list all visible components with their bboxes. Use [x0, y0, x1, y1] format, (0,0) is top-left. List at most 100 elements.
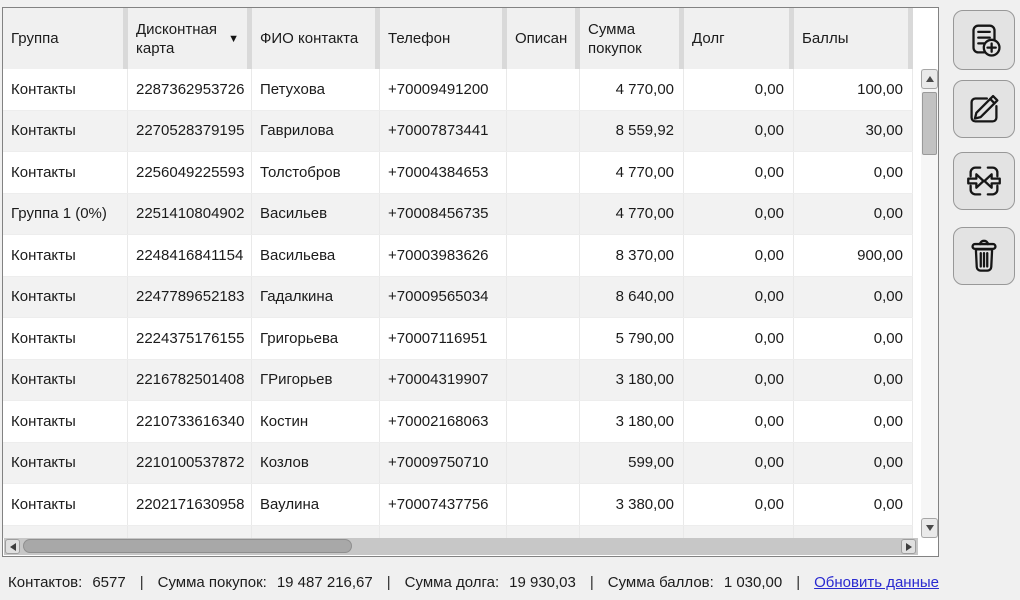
- points-sum-label: Сумма баллов:: [607, 573, 714, 591]
- cell: +70004384653: [380, 152, 507, 193]
- cell: [580, 525, 684, 538]
- column-header-label: Сумма покупок: [588, 20, 642, 57]
- table-row[interactable]: Контакты 2287362953726 Петухова +7000949120…: [3, 69, 913, 111]
- cell: 0,00: [794, 193, 913, 234]
- sort-desc-icon: ▼: [228, 32, 239, 45]
- cell: 30,00: [794, 110, 913, 151]
- cell: [507, 401, 580, 442]
- table-row[interactable]: Контакты 2216782501408 ГРигорьев +700043199…: [3, 359, 913, 401]
- merge-arrows-icon: [967, 166, 1001, 196]
- cell: [380, 525, 507, 538]
- cell: 2248416841154: [128, 235, 252, 276]
- cell: [128, 525, 252, 538]
- add-contact-button[interactable]: [953, 10, 1015, 70]
- column-header-6[interactable]: Сумма покупок: [580, 8, 684, 69]
- cell: 0,00: [684, 235, 794, 276]
- cell: Группа 1 (0%): [3, 193, 128, 234]
- column-header-3[interactable]: ФИО контакта: [252, 8, 380, 69]
- horizontal-scrollbar[interactable]: [4, 538, 918, 555]
- refresh-data-link[interactable]: Обновить данные: [814, 574, 939, 591]
- cell: +70009491200: [380, 69, 507, 110]
- purchases-sum-label: Сумма покупок:: [157, 573, 267, 591]
- table-row[interactable]: Контакты 2247789652183 Гадалкина +700095650…: [3, 276, 913, 318]
- cell: Толстобров: [252, 152, 380, 193]
- cell: Контакты: [3, 484, 128, 525]
- column-header-1[interactable]: Группа: [3, 8, 128, 69]
- cell: [684, 525, 794, 538]
- horizontal-scrollbar-thumb[interactable]: [23, 539, 352, 553]
- cell: Контакты: [3, 401, 128, 442]
- table-row[interactable]: Контакты 2224375176155 Григорьева +70007116…: [3, 318, 913, 360]
- cell: 2251410804902: [128, 193, 252, 234]
- cell: Контакты: [3, 276, 128, 317]
- column-header-label: Дисконтная карта: [136, 20, 218, 57]
- table-row[interactable]: Контакты 2270528379195 Гаврилова +700078734…: [3, 110, 913, 152]
- cell: 0,00: [684, 484, 794, 525]
- cell: Контакты: [3, 442, 128, 483]
- column-header-4[interactable]: Телефон: [380, 8, 507, 69]
- cell: +70008456735: [380, 193, 507, 234]
- cell: Петухова: [252, 69, 380, 110]
- cell: [507, 69, 580, 110]
- table-row[interactable]: Группа 1 (0%) 2251410804902 Васильев +70008…: [3, 193, 913, 235]
- column-header-label: ФИО контакта: [260, 30, 359, 47]
- cell: [507, 110, 580, 151]
- cell: 0,00: [684, 442, 794, 483]
- cell: +70009565034: [380, 276, 507, 317]
- delete-contact-button[interactable]: [953, 227, 1015, 285]
- cell: [507, 193, 580, 234]
- vertical-scrollbar[interactable]: [921, 69, 938, 538]
- cell: [507, 318, 580, 359]
- cell: 2210100537872: [128, 442, 252, 483]
- cell: 0,00: [684, 193, 794, 234]
- table-row[interactable]: Контакты 2248416841154 Васильева +700039836…: [3, 235, 913, 277]
- cell: Контакты: [3, 110, 128, 151]
- points-sum-value: 1 030,00: [723, 573, 783, 591]
- table-row[interactable]: Контакты 2210733616340 Костин +70002168063 3…: [3, 401, 913, 443]
- cell: Контакты: [3, 235, 128, 276]
- cell: Ваулина: [252, 484, 380, 525]
- cell: +70004319907: [380, 359, 507, 400]
- cell: 0,00: [684, 110, 794, 151]
- table-row[interactable]: Контакты 2202171630958 Ваулина +70007437756…: [3, 484, 913, 526]
- cell: 2202171630958: [128, 484, 252, 525]
- table-row[interactable]: Контакты 2210100537872 Козлов +70009750710 5…: [3, 442, 913, 484]
- vertical-scrollbar-thumb[interactable]: [922, 92, 937, 155]
- edit-contact-button[interactable]: [953, 80, 1015, 138]
- scroll-down-button[interactable]: [921, 518, 938, 538]
- document-plus-icon: [972, 24, 1001, 57]
- status-separator: |: [139, 573, 144, 591]
- scroll-right-button[interactable]: [901, 539, 916, 554]
- cell: Костин: [252, 401, 380, 442]
- cell: ГРигорьев: [252, 359, 380, 400]
- status-bar: Контактов: 6577 | Сумма покупок: 19 487 …: [8, 569, 939, 595]
- cell: +70009750710: [380, 442, 507, 483]
- cell: 2224375176155: [128, 318, 252, 359]
- cell: 5 790,00: [580, 318, 684, 359]
- cell: [507, 276, 580, 317]
- cell: Контакты: [3, 69, 128, 110]
- table-row[interactable]: Контакты 2256049225593 Толстобров +70004384…: [3, 152, 913, 194]
- column-header-5[interactable]: Описан: [507, 8, 580, 69]
- column-header-2[interactable]: Дисконтная карта ▼: [128, 8, 252, 69]
- cell: 0,00: [794, 359, 913, 400]
- cell: 3 180,00: [580, 359, 684, 400]
- trash-icon: [971, 239, 997, 272]
- cell: 0,00: [794, 152, 913, 193]
- scroll-left-button[interactable]: [5, 539, 20, 554]
- cell: 3 180,00: [580, 401, 684, 442]
- cell: 0,00: [684, 318, 794, 359]
- triangle-left-icon: [9, 542, 16, 551]
- merge-contacts-button[interactable]: [953, 152, 1015, 210]
- contacts-count-label: Контактов:: [8, 573, 83, 591]
- cell: [507, 359, 580, 400]
- contacts-table-panel: Группа Дисконтная карта ▼ ФИО контакта Телеф…: [2, 7, 939, 557]
- column-header-7[interactable]: Долг: [684, 8, 794, 69]
- cell: 0,00: [684, 69, 794, 110]
- cell: 8 640,00: [580, 276, 684, 317]
- column-header-8[interactable]: Баллы: [794, 8, 913, 69]
- status-separator: |: [589, 573, 594, 591]
- scroll-up-button[interactable]: [921, 69, 938, 89]
- cell: 0,00: [794, 318, 913, 359]
- cell: 0,00: [794, 484, 913, 525]
